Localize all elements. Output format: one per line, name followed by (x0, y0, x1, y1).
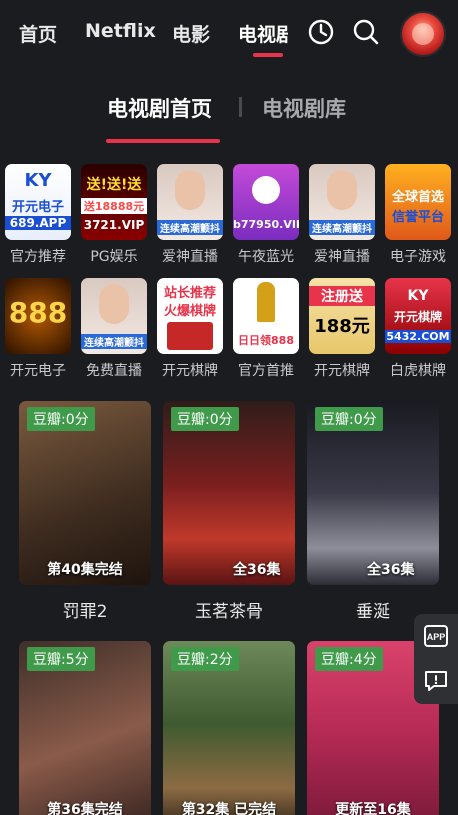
ad-tile[interactable]: 送!送!送 送18888元 3721.VIP PG娱乐 (81, 164, 149, 266)
score-badge: 豆瓣:2分 (171, 647, 239, 671)
poster-image: 豆瓣:5分 第36集完结 (19, 641, 151, 815)
ad-tile[interactable]: 连续高潮颤抖 爱神直播 (157, 164, 225, 266)
ad-thumbnail: 日日领888 (233, 278, 299, 354)
ad-thumbnail: 注册送 188元 (309, 278, 375, 354)
ad-label: 午夜蓝光 (238, 249, 294, 265)
ad-label: 白虎棋牌 (390, 363, 446, 379)
ad-thumbnail: 888 (5, 278, 71, 354)
episode-status: 第40集完结 (47, 562, 123, 578)
ad-label: 开元棋牌 (314, 363, 370, 379)
subtab-active-indicator (106, 139, 220, 143)
ad-label: 爱神直播 (162, 249, 218, 265)
score-badge: 豆瓣:4分 (315, 647, 383, 671)
nav-tab-movies[interactable]: 电影 (172, 20, 210, 47)
tv-card[interactable]: 豆瓣:0分 全36集 玉茗茶骨 (163, 401, 295, 622)
card-title: 罚罪2 (62, 602, 108, 622)
ad-thumbnail: 连续高潮颤抖 (81, 278, 147, 354)
subtab-divider (239, 97, 242, 117)
ad-tile[interactable]: KY 开元电子 689.APP 官方推荐 (5, 164, 73, 266)
poster-image: 豆瓣:0分 全36集 (163, 401, 295, 585)
card-title: 玉茗茶骨 (195, 602, 263, 622)
ad-thumbnail: KY 开元电子 689.APP (5, 164, 71, 240)
ad-label: 爱神直播 (314, 249, 370, 265)
ad-tile[interactable]: KY 开元棋牌 5432.COM 白虎棋牌 (385, 278, 453, 380)
ad-thumbnail: 连续高潮颤抖 (309, 164, 375, 240)
top-navigation: 首页 Netflix 电影 电视剧 (0, 0, 458, 68)
nav-active-indicator (253, 53, 283, 57)
ad-label: 免费直播 (86, 363, 142, 379)
side-float-panel: APP (414, 614, 458, 704)
ad-tile[interactable]: 888 开元电子 (5, 278, 73, 380)
nav-tab-tv[interactable]: 电视剧 (238, 20, 288, 47)
search-icon[interactable] (352, 18, 380, 46)
history-icon[interactable] (307, 18, 335, 46)
ad-thumbnail: 送!送!送 送18888元 3721.VIP (81, 164, 147, 240)
episode-status: 第32集 已完结 (181, 802, 277, 815)
score-badge: 豆瓣:0分 (27, 407, 95, 431)
episode-status: 更新至16集 (335, 802, 411, 815)
ad-tile[interactable]: 全球首选 信誉平台 电子游戏 (385, 164, 453, 266)
ad-thumbnail: b77950.VIP (233, 164, 299, 240)
score-badge: 豆瓣:5分 (27, 647, 95, 671)
tv-card[interactable]: 豆瓣:0分 第40集完结 罚罪2 (19, 401, 151, 622)
ad-tile[interactable]: 站长推荐 火爆棋牌 开元棋牌 (157, 278, 225, 380)
ad-label: 开元电子 (10, 363, 66, 379)
ad-thumbnail: 全球首选 信誉平台 (385, 164, 451, 240)
ad-thumbnail: 连续高潮颤抖 (157, 164, 223, 240)
episode-status: 全36集 (233, 562, 281, 578)
poster-image: 豆瓣:0分 第40集完结 (19, 401, 151, 585)
ad-label: 开元棋牌 (162, 363, 218, 379)
svg-text:APP: APP (427, 632, 446, 642)
ad-tile[interactable]: 连续高潮颤抖 爱神直播 (309, 164, 377, 266)
poster-image: 豆瓣:2分 第32集 已完结 (163, 641, 295, 815)
feedback-icon[interactable] (424, 670, 448, 692)
nav-tab-netflix[interactable]: Netflix (85, 20, 156, 42)
ad-label: PG娱乐 (90, 249, 138, 265)
ad-label: 官方首推 (238, 363, 294, 379)
poster-image: 豆瓣:0分 全36集 (307, 401, 439, 585)
ad-tile[interactable]: b77950.VIP 午夜蓝光 (233, 164, 301, 266)
tv-card[interactable]: 豆瓣:2分 第32集 已完结 (163, 641, 295, 815)
subtab-tv-library[interactable]: 电视剧库 (262, 93, 346, 123)
episode-status: 第36集完结 (47, 802, 123, 815)
ad-thumbnail: KY 开元棋牌 5432.COM (385, 278, 451, 354)
nav-tab-home[interactable]: 首页 (19, 20, 57, 47)
score-badge: 豆瓣:0分 (315, 407, 383, 431)
tv-card[interactable]: 豆瓣:0分 全36集 垂涎 (307, 401, 439, 622)
app-download-icon[interactable]: APP (424, 624, 448, 648)
episode-status: 全36集 (367, 562, 415, 578)
subtab-tv-home[interactable]: 电视剧首页 (107, 93, 212, 123)
ad-tile[interactable]: 连续高潮颤抖 免费直播 (81, 278, 149, 380)
tv-card[interactable]: 豆瓣:5分 第36集完结 (19, 641, 151, 815)
avatar[interactable] (400, 11, 446, 57)
ad-tile[interactable]: 日日领888 官方首推 (233, 278, 301, 380)
ad-tile[interactable]: 注册送 188元 开元棋牌 (309, 278, 377, 380)
ad-label: 电子游戏 (390, 249, 446, 265)
score-badge: 豆瓣:0分 (171, 407, 239, 431)
ad-thumbnail: 站长推荐 火爆棋牌 (157, 278, 223, 354)
ad-label: 官方推荐 (10, 249, 66, 265)
